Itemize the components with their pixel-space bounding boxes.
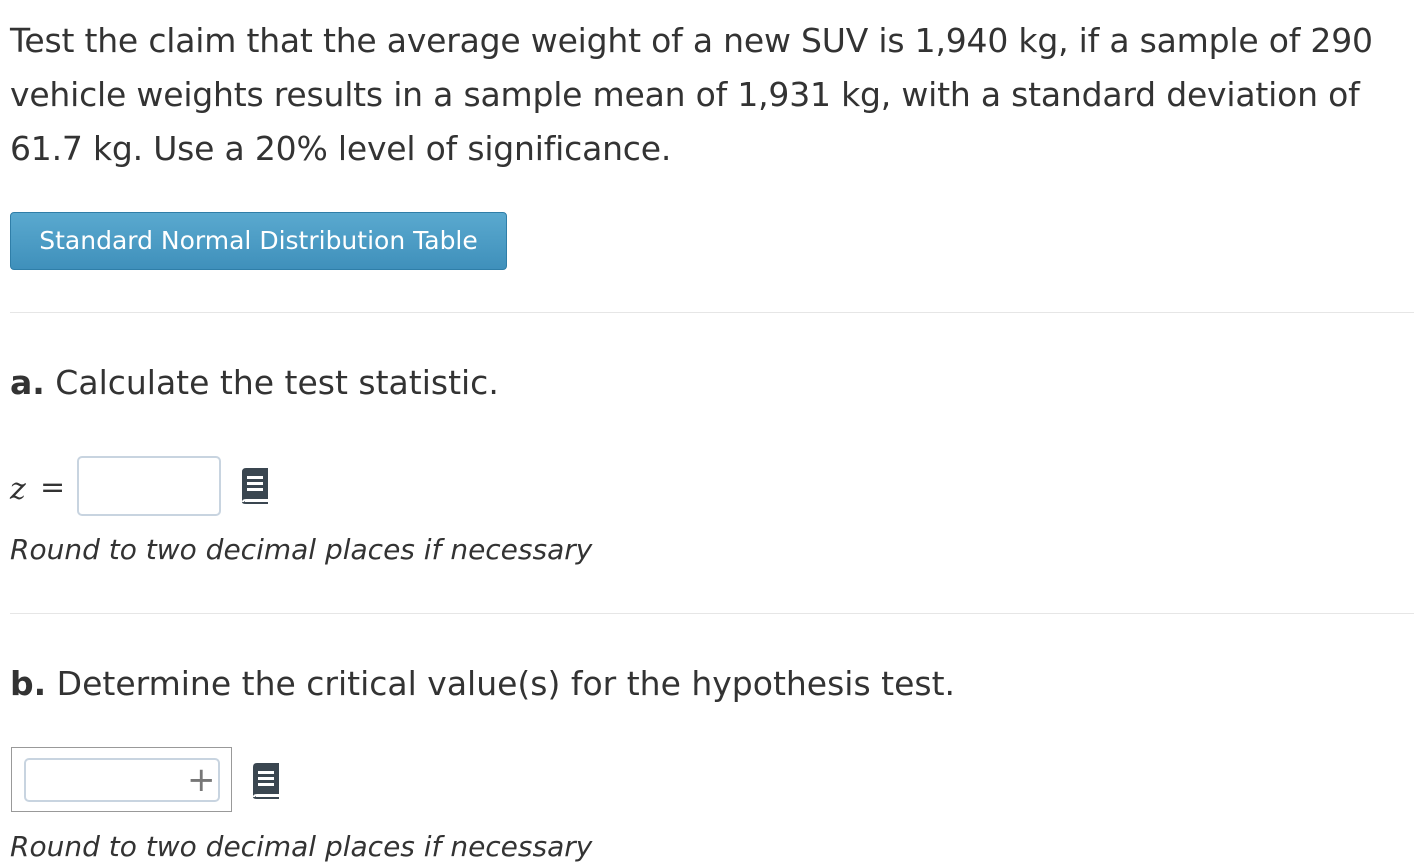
- add-answer-plus-icon[interactable]: +: [187, 760, 216, 800]
- standard-normal-table-button[interactable]: Standard Normal Distribution Table: [10, 212, 507, 270]
- z-variable-label: z: [10, 472, 26, 507]
- problem-statement: Test the claim that the average weight o…: [10, 21, 1373, 168]
- section-divider: [10, 312, 1414, 313]
- section-divider: [10, 613, 1414, 614]
- part-a-letter: a.: [10, 363, 45, 402]
- part-b-heading: b. Determine the critical value(s) for t…: [10, 664, 955, 704]
- part-a-heading: a. Calculate the test statistic.: [10, 363, 499, 403]
- part-b-letter: b.: [10, 664, 47, 703]
- rounding-hint: Round to two decimal places if necessary: [10, 533, 593, 566]
- equals-sign: =: [40, 470, 66, 505]
- z-answer-input[interactable]: [77, 456, 221, 516]
- rounding-hint-part-b: Round to two decimal places if necessary: [10, 830, 593, 863]
- book-icon[interactable]: [238, 467, 270, 505]
- part-a-prompt: Calculate the test statistic.: [44, 363, 499, 402]
- part-b-prompt: Determine the critical value(s) for the …: [46, 664, 956, 703]
- critical-values-container: +: [11, 747, 232, 812]
- book-icon[interactable]: [249, 762, 281, 800]
